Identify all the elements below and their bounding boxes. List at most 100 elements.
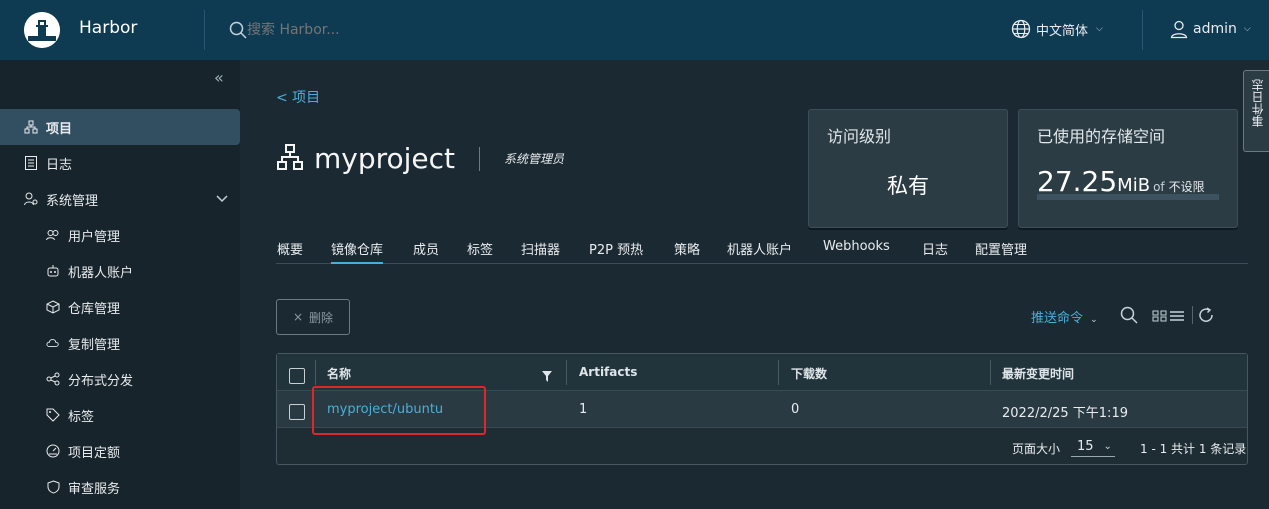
tab-p2p-preheat[interactable]: P2P 预热 <box>589 239 643 264</box>
sidebar-item-label: 复制管理 <box>68 337 121 353</box>
title-divider <box>479 146 481 171</box>
storage-of: of <box>1153 180 1165 194</box>
datagrid-footer: 页面大小 15 ⌄ 1 - 1 共计 1 条记录 <box>277 429 1247 465</box>
header-divider <box>204 10 205 50</box>
header-divider <box>1142 10 1143 50</box>
tab-robot-accounts[interactable]: 机器人账户 <box>727 239 792 264</box>
pagination-summary: 1 - 1 共计 1 条记录 <box>1140 442 1247 456</box>
chevron-down-icon: ⌄ <box>1103 441 1112 452</box>
sidebar-item-labels[interactable]: 标签 <box>0 397 240 433</box>
sidebar-item-projects[interactable]: 项目 <box>0 109 240 145</box>
tab-webhooks[interactable]: Webhooks <box>823 239 890 264</box>
sidebar-item-users[interactable]: 用户管理 <box>0 217 240 253</box>
users-icon <box>46 228 60 242</box>
search-input[interactable] <box>247 22 447 38</box>
tab-configuration[interactable]: 配置管理 <box>975 239 1027 264</box>
column-separator <box>990 360 991 385</box>
shield-icon <box>46 480 60 494</box>
harbor-logo-icon[interactable] <box>24 12 60 48</box>
column-separator <box>778 360 779 385</box>
column-header-pulls[interactable]: 下载数 <box>791 365 827 382</box>
storage-progress-bar <box>1037 194 1219 200</box>
sidebar-item-replications[interactable]: 复制管理 <box>0 325 240 361</box>
page-size-value: 15 <box>1077 439 1094 454</box>
sidebar-item-label: 项目 <box>46 121 73 137</box>
tab-labels[interactable]: 标签 <box>467 239 493 264</box>
sidebar-item-label: 系统管理 <box>46 193 99 209</box>
filter-icon[interactable] <box>542 367 552 386</box>
tab-scanner[interactable]: 扫描器 <box>521 239 560 264</box>
chevron-down-icon: ⌵ <box>1096 24 1103 34</box>
column-header-updated[interactable]: 最新变更时间 <box>1002 365 1074 382</box>
main-content: < 项目 myproject 系统管理员 访问级别 私有 已使用的存储空间 27… <box>240 60 1269 509</box>
language-switcher[interactable]: 中文简体 ⌵ <box>1011 19 1103 39</box>
page-size-label: 页面大小 <box>1012 442 1061 456</box>
project-name: myproject <box>314 142 456 175</box>
sidebar-item-label: 标签 <box>68 409 95 425</box>
event-log-label: 事件日志 <box>1251 79 1265 127</box>
sidebar-item-robot-accounts[interactable]: 机器人账户 <box>0 253 240 289</box>
delete-button[interactable]: × 删除 <box>276 299 350 335</box>
push-command-dropdown[interactable]: 推送命令 ⌄ <box>1031 307 1098 326</box>
event-log-tab[interactable]: 事件日志 <box>1243 70 1269 152</box>
chevron-down-icon[interactable] <box>216 192 228 207</box>
tab-policy[interactable]: 策略 <box>674 239 700 264</box>
column-header-name[interactable]: 名称 <box>327 365 351 382</box>
collapse-sidebar-icon[interactable]: « <box>214 68 224 87</box>
chevron-down-icon: ⌵ <box>1243 24 1251 34</box>
sidebar-item-label: 仓库管理 <box>68 301 121 317</box>
chevron-down-icon: ⌄ <box>1090 315 1098 325</box>
close-icon: × <box>292 310 304 324</box>
global-search[interactable] <box>229 19 447 41</box>
project-tabs: 概要 镜像仓库 成员 标签 扫描器 P2P 预热 策略 机器人账户 Webhoo… <box>276 230 1248 264</box>
sidebar-item-label: 机器人账户 <box>68 265 134 281</box>
column-header-artifacts[interactable]: Artifacts <box>579 365 637 379</box>
row-checkbox[interactable] <box>289 404 305 420</box>
refresh-icon[interactable] <box>1197 306 1215 328</box>
access-level-card: 访问级别 私有 <box>808 109 1008 228</box>
column-separator <box>315 360 316 385</box>
user-icon <box>1170 20 1188 39</box>
sidebar-item-label: 审查服务 <box>68 481 121 497</box>
back-to-projects-link[interactable]: < 项目 <box>276 87 320 107</box>
page-title: myproject 系统管理员 <box>276 142 564 175</box>
card-view-icon[interactable] <box>1152 308 1168 327</box>
admin-icon <box>24 192 38 206</box>
sidebar-item-interrogation-services[interactable]: 审查服务 <box>0 469 240 505</box>
projects-icon <box>24 120 38 134</box>
column-separator <box>566 360 567 385</box>
storage-card: 已使用的存储空间 27.25MiB of 不设限 <box>1018 109 1238 228</box>
project-role: 系统管理员 <box>504 152 565 166</box>
robot-icon <box>46 264 60 278</box>
storage-unit: MiB <box>1117 175 1151 196</box>
last-modified-time: 2022/2/25 下午1:19 <box>1002 406 1128 421</box>
access-level-value: 私有 <box>887 174 929 198</box>
page-size-select[interactable]: 15 ⌄ <box>1071 437 1115 457</box>
repository-name-link[interactable]: myproject/ubuntu <box>327 402 443 417</box>
repository-datagrid: 名称 Artifacts 下载数 最新变更时间 myproject/ubuntu… <box>276 353 1248 465</box>
sidebar-item-label: 分布式分发 <box>68 373 134 389</box>
sidebar-item-registries[interactable]: 仓库管理 <box>0 289 240 325</box>
brand-name[interactable]: Harbor <box>79 18 137 38</box>
sidebar-item-logs[interactable]: 日志 <box>0 145 240 181</box>
delete-label: 删除 <box>309 310 334 325</box>
pull-count: 0 <box>791 402 800 417</box>
user-menu[interactable]: admin ⌵ <box>1169 19 1251 39</box>
projects-icon <box>276 143 304 175</box>
logs-icon <box>24 156 38 170</box>
tab-logs[interactable]: 日志 <box>922 239 948 264</box>
search-icon[interactable] <box>1120 306 1138 328</box>
select-all-checkbox[interactable] <box>289 368 305 384</box>
list-view-icon[interactable] <box>1169 308 1185 327</box>
sidebar-item-quotas[interactable]: 项目定额 <box>0 433 240 469</box>
sidebar-item-label: 项目定额 <box>68 445 121 461</box>
tab-repositories[interactable]: 镜像仓库 <box>331 239 384 264</box>
tab-members[interactable]: 成员 <box>413 239 439 264</box>
table-row[interactable]: myproject/ubuntu 1 0 2022/2/25 下午1:19 <box>277 391 1247 428</box>
storage-limit: 不设限 <box>1168 180 1205 194</box>
username: admin <box>1193 21 1237 37</box>
tab-summary[interactable]: 概要 <box>277 239 303 264</box>
storage-title: 已使用的存储空间 <box>1037 127 1166 146</box>
sidebar-item-administration[interactable]: 系统管理 <box>0 181 240 217</box>
sidebar-item-distributions[interactable]: 分布式分发 <box>0 361 240 397</box>
